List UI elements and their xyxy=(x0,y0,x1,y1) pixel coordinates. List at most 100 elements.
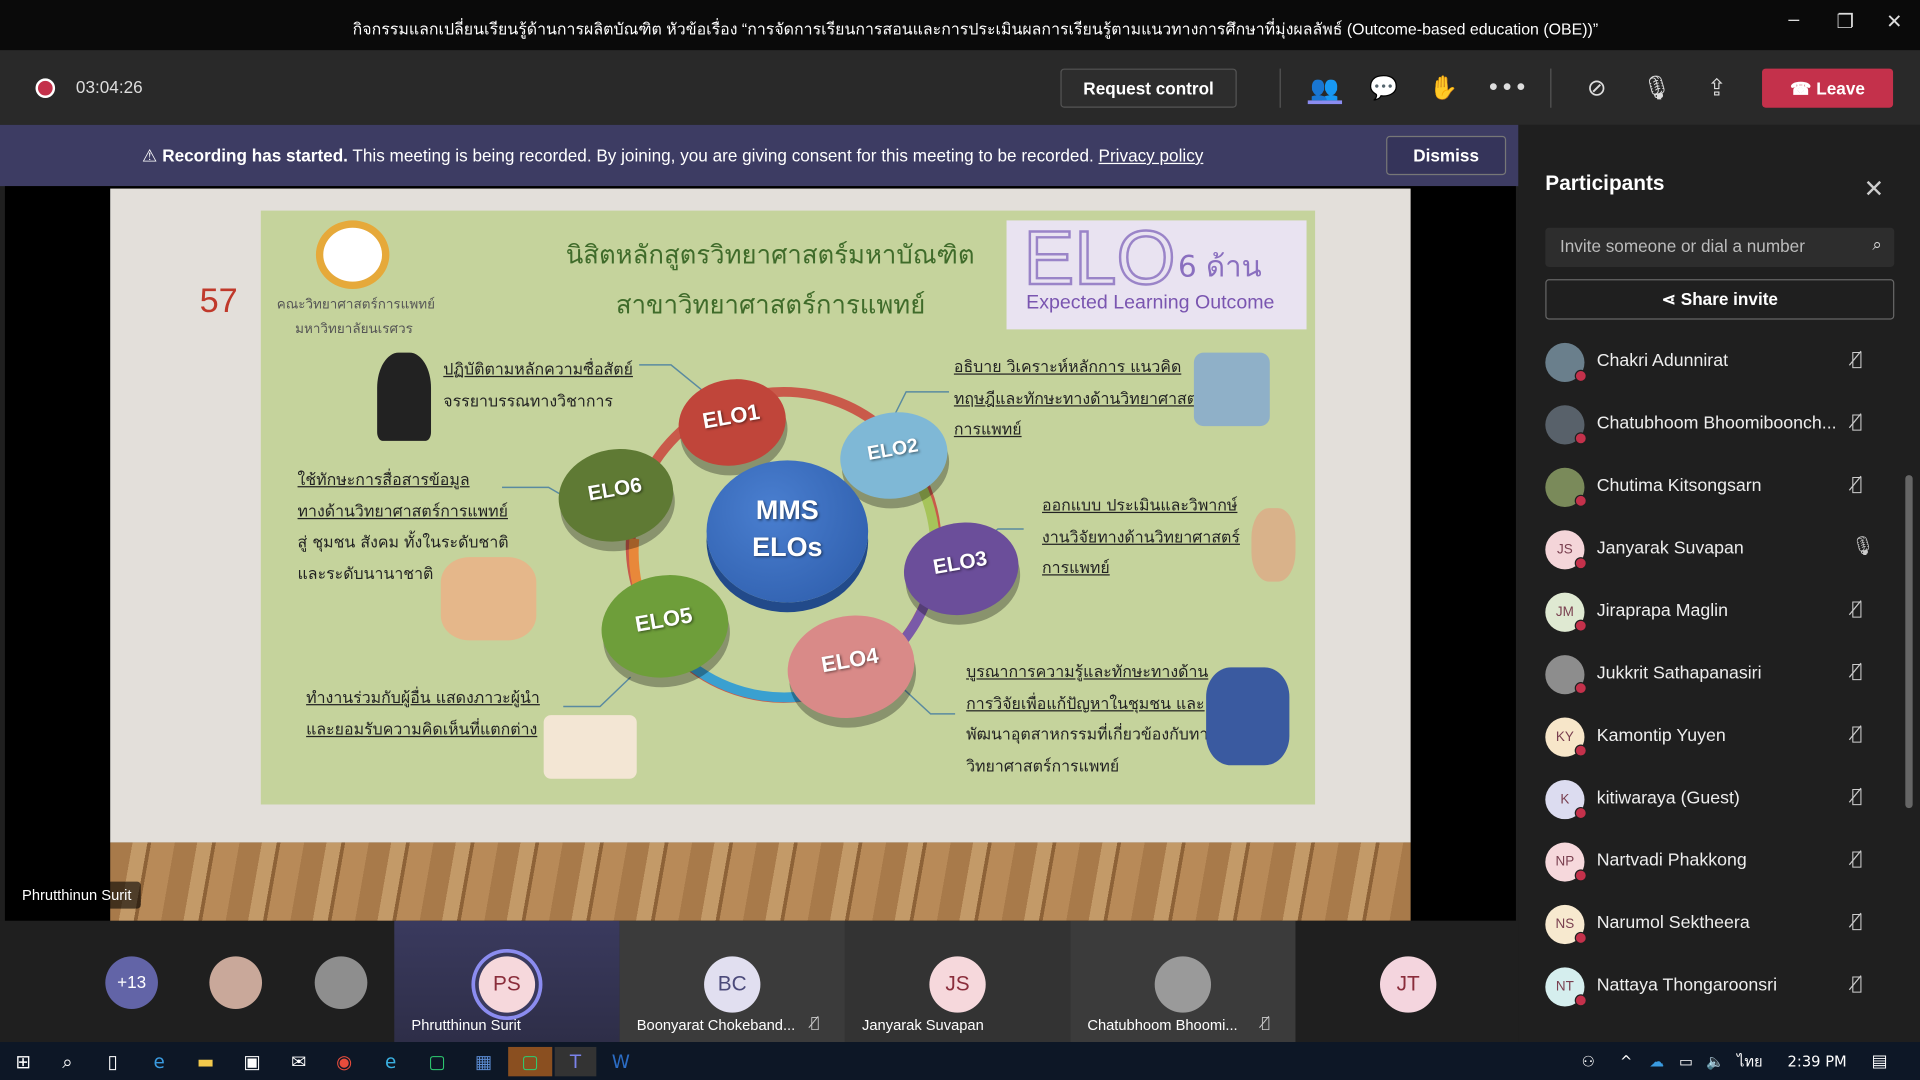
task-view-icon[interactable]: ▯ xyxy=(94,1047,131,1076)
camera-off-icon[interactable]: ⊘ xyxy=(1580,72,1614,104)
divider xyxy=(1550,68,1552,108)
presenter-name-label: Phrutthinun Surit xyxy=(12,881,142,909)
status-badge xyxy=(1574,369,1587,383)
scrollbar[interactable] xyxy=(1905,475,1913,809)
notifications-icon[interactable]: ▤ xyxy=(1861,1047,1898,1076)
elo-4-description: บูรณาการความรู้และทักษะทางด้าน xyxy=(966,663,1209,683)
tile-name: Boonyarat Chokeband... xyxy=(636,1016,796,1034)
mic-on-icon[interactable]: 🎙 xyxy=(1851,535,1874,557)
overflow-participants-button[interactable]: +13 xyxy=(105,956,158,1009)
close-icon[interactable]: ✕ xyxy=(1876,10,1913,34)
panel-title: Participants xyxy=(1545,171,1665,195)
mic-off-icon[interactable]: 🎙̸ xyxy=(1851,910,1862,932)
chrome-icon[interactable]: ◉ xyxy=(326,1047,363,1076)
close-panel-icon[interactable]: ✕ xyxy=(1864,174,1885,203)
participant-name: Kamontip Yuyen xyxy=(1596,726,1726,746)
elo-4-description: วิทยาศาสตร์การแพทย์ xyxy=(966,757,1120,776)
leave-label: Leave xyxy=(1816,78,1865,98)
participant-name: Nartvadi Phakkong xyxy=(1596,851,1747,871)
participant-row[interactable]: Jukkrit Sathapanasiri 🎙̸ xyxy=(1545,653,1900,702)
tile-name: Phrutthinun Surit xyxy=(411,1016,521,1034)
elo-3-description: งานวิจัยทางด้านวิทยาศาสตร์ xyxy=(1042,528,1240,547)
participant-name: Chutima Kitsongsarn xyxy=(1596,476,1762,496)
participant-row[interactable]: Chakri Adunnirat 🎙̸ xyxy=(1545,340,1900,389)
search-icon[interactable]: ⌕ xyxy=(49,1047,86,1076)
avatar[interactable] xyxy=(209,956,263,1009)
file-explorer-icon[interactable]: ▬ xyxy=(187,1047,224,1076)
mic-off-icon[interactable]: 🎙̸ xyxy=(1851,660,1862,682)
participant-row[interactable]: Chatubhoom Bhoomiboonch... 🎙̸ xyxy=(1545,403,1900,452)
participant-row[interactable]: JS Janyarak Suvapan 🎙 xyxy=(1545,528,1900,577)
mic-off-icon[interactable]: 🎙̸ xyxy=(1851,972,1862,994)
windows-start-icon[interactable]: ⊞ xyxy=(5,1047,42,1076)
tile-name: Janyarak Suvapan xyxy=(862,1016,984,1034)
language-indicator[interactable]: ไทย xyxy=(1731,1047,1768,1076)
mic-off-icon[interactable]: 🎙 xyxy=(1640,72,1674,104)
elo-diagram xyxy=(502,364,1024,715)
edge-icon[interactable]: e xyxy=(141,1047,178,1076)
participant-name: Jiraprapa Maglin xyxy=(1596,601,1729,621)
word-icon[interactable]: W xyxy=(602,1047,639,1076)
search-icon[interactable]: ⌕ xyxy=(1872,234,1882,255)
share-tray-icon[interactable]: ⇪ xyxy=(1700,72,1734,104)
clock[interactable]: 2:39 PM xyxy=(1783,1047,1852,1076)
participant-row[interactable]: NT Nattaya Thongaroonsri 🎙̸ xyxy=(1545,965,1900,1014)
status-badge xyxy=(1574,806,1587,820)
volume-icon[interactable]: 🔈 xyxy=(1697,1047,1734,1076)
leave-button[interactable]: ☎ Leave xyxy=(1762,68,1894,108)
participant-row[interactable]: Chutima Kitsongsarn 🎙̸ xyxy=(1545,465,1900,514)
share-invite-button[interactable]: ⋖ Share invite xyxy=(1545,279,1895,320)
student-books-illustration xyxy=(1206,667,1290,766)
elo-2-description: อธิบาย วิเคราะห์หลักการ แนวคิด xyxy=(953,358,1182,378)
mic-off-icon[interactable]: 🎙̸ xyxy=(1851,348,1862,370)
status-badge xyxy=(1574,682,1587,695)
participant-row[interactable]: JM Jiraprapa Maglin 🎙̸ xyxy=(1545,590,1900,639)
line-icon[interactable]: ▢ xyxy=(419,1047,456,1076)
restore-icon[interactable]: ❐ xyxy=(1827,10,1864,34)
avatar: JS xyxy=(929,956,986,1013)
connector-line xyxy=(639,364,705,393)
teams-icon[interactable]: T xyxy=(554,1046,597,1077)
elo-5-description: และยอมรับความคิดเห็นที่แตกต่าง xyxy=(306,720,538,739)
minimize-icon[interactable]: – xyxy=(1776,10,1813,32)
mail-icon[interactable]: ✉ xyxy=(280,1047,317,1076)
mic-off-icon[interactable]: 🎙̸ xyxy=(1851,785,1862,807)
mic-off-icon[interactable]: 🎙̸ xyxy=(1851,473,1862,495)
video-tile[interactable]: BC Boonyarat Chokeband... 🎙̸ xyxy=(619,920,845,1043)
app-icon[interactable]: ▦ xyxy=(465,1047,502,1076)
phone-icon: ☎ xyxy=(1790,78,1817,98)
connector-line xyxy=(899,685,956,715)
ie-icon[interactable]: e xyxy=(372,1047,409,1076)
status-badge xyxy=(1574,744,1587,757)
invite-input[interactable]: Invite someone or dial a number ⌕ xyxy=(1545,227,1895,267)
participant-row[interactable]: KY Kamontip Yuyen 🎙̸ xyxy=(1545,715,1900,764)
mic-off-icon[interactable]: 🎙̸ xyxy=(1851,598,1862,620)
participant-name: Janyarak Suvapan xyxy=(1596,538,1744,559)
video-tile[interactable]: PS Phrutthinun Surit xyxy=(394,920,620,1043)
mic-off-icon[interactable]: 🎙̸ xyxy=(1851,847,1862,869)
video-tile[interactable]: JS Janyarak Suvapan xyxy=(844,920,1071,1043)
video-tile[interactable]: JT xyxy=(1295,920,1521,1043)
mic-off-icon[interactable]: 🎙̸ xyxy=(1851,722,1862,744)
avatar: BC xyxy=(704,956,761,1013)
elo-6-description: ใช้ทักษะการสื่อสารข้อมูล xyxy=(297,471,470,490)
store-icon[interactable]: ▣ xyxy=(234,1047,271,1076)
elo-4-description: พัฒนาอุตสาหกรรมที่เกี่ยวข้องกับทาง xyxy=(966,726,1217,745)
status-badge xyxy=(1574,869,1587,882)
status-badge xyxy=(1574,432,1587,445)
participants-panel: Participants ✕ Invite someone or dial a … xyxy=(1518,124,1920,1043)
participant-name: Chakri Adunnirat xyxy=(1596,351,1729,372)
participant-row[interactable]: Kkitiwaraya (Guest) 🎙̸ xyxy=(1545,778,1900,827)
participant-row[interactable]: NS Narumol Sektheera 🎙̸ xyxy=(1545,902,1900,951)
video-tile[interactable]: Chatubhoom Bhoomi... 🎙̸ xyxy=(1070,920,1296,1043)
participant-strip: +13 PS Phrutthinun Surit BC Boonyarat Choke… xyxy=(0,920,1521,1043)
line-icon[interactable]: ▢ xyxy=(508,1046,553,1077)
avatar[interactable] xyxy=(314,956,368,1009)
share-icon: ⋖ xyxy=(1661,288,1681,309)
computer-illustration xyxy=(1193,352,1270,427)
mic-off-icon[interactable]: 🎙̸ xyxy=(1851,410,1862,432)
participant-row[interactable]: NP Nartvadi Phakkong 🎙̸ xyxy=(1545,840,1900,889)
presenter-illustration xyxy=(440,557,537,641)
people-icon[interactable]: ⚇ xyxy=(1570,1047,1607,1076)
lab-illustration xyxy=(543,715,637,779)
